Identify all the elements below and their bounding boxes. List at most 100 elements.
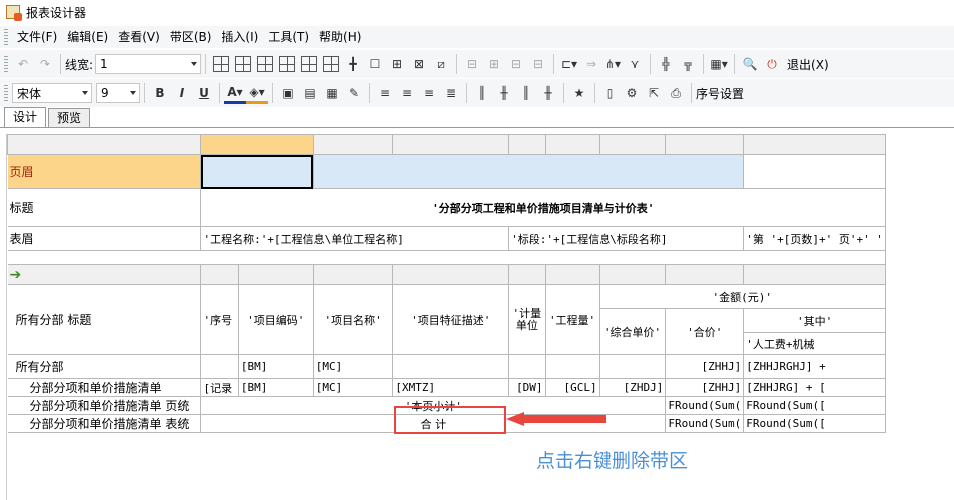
cell-table-sum[interactable]: FRound(Sum([ — [743, 414, 886, 433]
tab-preview[interactable]: 预览 — [48, 108, 91, 127]
column-header[interactable] — [392, 134, 510, 155]
project-name-cell[interactable]: '工程名称:'+[工程信息\单位工程名称] — [200, 226, 510, 251]
cell[interactable] — [743, 154, 886, 189]
border-left-icon[interactable] — [254, 53, 276, 75]
print-icon[interactable]: ⎙ — [665, 82, 687, 104]
border-bottom-icon[interactable] — [320, 53, 342, 75]
cell[interactable] — [200, 264, 239, 285]
page-setup-icon[interactable]: ▯ — [599, 82, 621, 104]
freeze-icon[interactable]: ╬ — [655, 53, 677, 75]
band-label-title[interactable]: 标题 — [7, 188, 202, 227]
border-slash-icon[interactable]: ⧄ — [430, 53, 452, 75]
border-outer-icon[interactable]: ☐ — [364, 53, 386, 75]
cell[interactable] — [598, 354, 667, 379]
arrow-tool-icon[interactable]: ⇒ — [580, 53, 602, 75]
band-arrow-cell[interactable]: ➔ — [7, 264, 202, 285]
cell[interactable] — [544, 354, 600, 379]
valign-top-icon[interactable]: ║ — [471, 82, 493, 104]
table-icon[interactable]: ▦▾ — [708, 53, 730, 75]
cell-zhdj[interactable]: [ZHDJ] — [598, 378, 667, 397]
column-header[interactable] — [312, 134, 394, 155]
align-center-icon[interactable]: ≡ — [396, 82, 418, 104]
tab-design[interactable]: 设计 — [4, 107, 47, 127]
cell[interactable] — [508, 354, 546, 379]
band-icon[interactable]: ▤ — [299, 82, 321, 104]
border-inner-icon[interactable] — [232, 53, 254, 75]
bold-button[interactable]: B — [149, 82, 171, 104]
cell-dw[interactable]: [DW] — [508, 378, 546, 397]
band-label-group-header[interactable]: 所有分部 标题 — [7, 284, 202, 355]
col-name[interactable]: '项目名称' — [312, 284, 394, 355]
border-top-icon[interactable] — [298, 53, 320, 75]
cell-page-sum[interactable]: FRound(Sum([ — [743, 396, 886, 415]
page-no-cell[interactable]: '第 '+[页数]+' 页'+' ' — [743, 226, 886, 251]
col-total[interactable]: '合价' — [665, 308, 745, 355]
export-icon[interactable]: ⇱ — [643, 82, 665, 104]
italic-button[interactable]: I — [171, 82, 193, 104]
col-feature[interactable]: '项目特征描述' — [392, 284, 510, 355]
cell[interactable] — [665, 264, 745, 285]
cell-table-sum[interactable]: FRound(Sum( — [665, 414, 745, 433]
column-header[interactable] — [665, 134, 745, 155]
insert-row-icon[interactable]: ⊟ — [505, 53, 527, 75]
border-cross-icon[interactable]: ╋ — [342, 53, 364, 75]
band-label-page-total[interactable]: 分部分项和单价措施清单 页统 — [7, 396, 202, 415]
band-label-all-parts[interactable]: 所有分部 — [7, 354, 202, 379]
split-icon[interactable]: ⊞ — [483, 53, 505, 75]
col-code[interactable]: '项目编码' — [237, 284, 314, 355]
menu-insert[interactable]: 插入(I) — [216, 27, 263, 47]
column-header[interactable] — [544, 134, 600, 155]
border-right-icon[interactable] — [276, 53, 298, 75]
cell-mc[interactable]: [MC] — [312, 378, 394, 397]
table-format-icon[interactable]: ▦ — [321, 82, 343, 104]
font-combo[interactable]: 宋体 — [12, 83, 92, 103]
band-label-table-header[interactable]: 表眉 — [7, 226, 202, 251]
valign-fill-icon[interactable]: ╫ — [537, 82, 559, 104]
menu-help[interactable]: 帮助(H) — [314, 27, 366, 47]
delete-row-icon[interactable]: ⊟ — [527, 53, 549, 75]
col-of-which[interactable]: '其中' — [743, 308, 886, 333]
band-label-table-total[interactable]: 分部分项和单价措施清单 表统 — [7, 414, 202, 433]
col-unit[interactable]: '计量单位 — [508, 284, 546, 355]
fill-color-icon[interactable]: ◈▾ — [246, 82, 268, 104]
cell[interactable] — [508, 264, 546, 285]
align-tools-icon[interactable]: ⊏▾ — [558, 53, 580, 75]
menu-file[interactable]: 文件(F) — [12, 27, 62, 47]
cell-gcl[interactable]: [GCL] — [544, 378, 600, 397]
cell[interactable] — [200, 354, 239, 379]
col-unit-price[interactable]: '综合单价' — [598, 308, 667, 355]
border-diag-icon[interactable]: ⊠ — [408, 53, 430, 75]
column-header[interactable] — [598, 134, 667, 155]
valign-middle-icon[interactable]: ╫ — [493, 82, 515, 104]
size-combo[interactable]: 9 — [96, 83, 140, 103]
col-labor-machine[interactable]: '人工费+机械 — [743, 332, 886, 355]
preview-icon[interactable]: 🔍 — [739, 53, 761, 75]
column-header[interactable] — [508, 134, 546, 155]
cell-page-sum[interactable]: FRound(Sum( — [665, 396, 745, 415]
filter-icon[interactable]: ⋎ — [624, 53, 646, 75]
section-cell[interactable]: '标段:'+[工程信息\标段名称] — [508, 226, 745, 251]
col-amount[interactable]: '金额(元)' — [598, 284, 887, 309]
align-justify-icon[interactable]: ≣ — [440, 82, 462, 104]
border-grid-icon[interactable]: ⊞ — [386, 53, 408, 75]
cell[interactable] — [237, 264, 314, 285]
column-header[interactable] — [200, 134, 314, 155]
valign-bottom-icon[interactable]: ║ — [515, 82, 537, 104]
report-title-cell[interactable]: '分部分项工程和单价措施项目清单与计价表' — [200, 188, 886, 227]
menu-view[interactable]: 查看(V) — [113, 27, 165, 47]
edit-icon[interactable]: ✎ — [343, 82, 365, 104]
line-width-combo[interactable]: 1 — [95, 54, 202, 74]
selected-cell[interactable] — [200, 154, 314, 189]
cell-bm[interactable]: [BM] — [237, 354, 314, 379]
exit-icon[interactable]: ⏻ — [761, 53, 783, 75]
underline-button[interactable]: U — [193, 82, 215, 104]
star-icon[interactable]: ★ — [568, 82, 590, 104]
cell[interactable] — [598, 264, 667, 285]
format-cell-icon[interactable]: ▣ — [277, 82, 299, 104]
cell-bm[interactable]: [BM] — [237, 378, 314, 397]
cell-zhhj[interactable]: [ZHHJ] — [665, 354, 745, 379]
column-header[interactable] — [743, 134, 886, 155]
cell[interactable] — [544, 264, 600, 285]
merge-icon[interactable]: ⊟ — [461, 53, 483, 75]
menu-tools[interactable]: 工具(T) — [263, 27, 314, 47]
